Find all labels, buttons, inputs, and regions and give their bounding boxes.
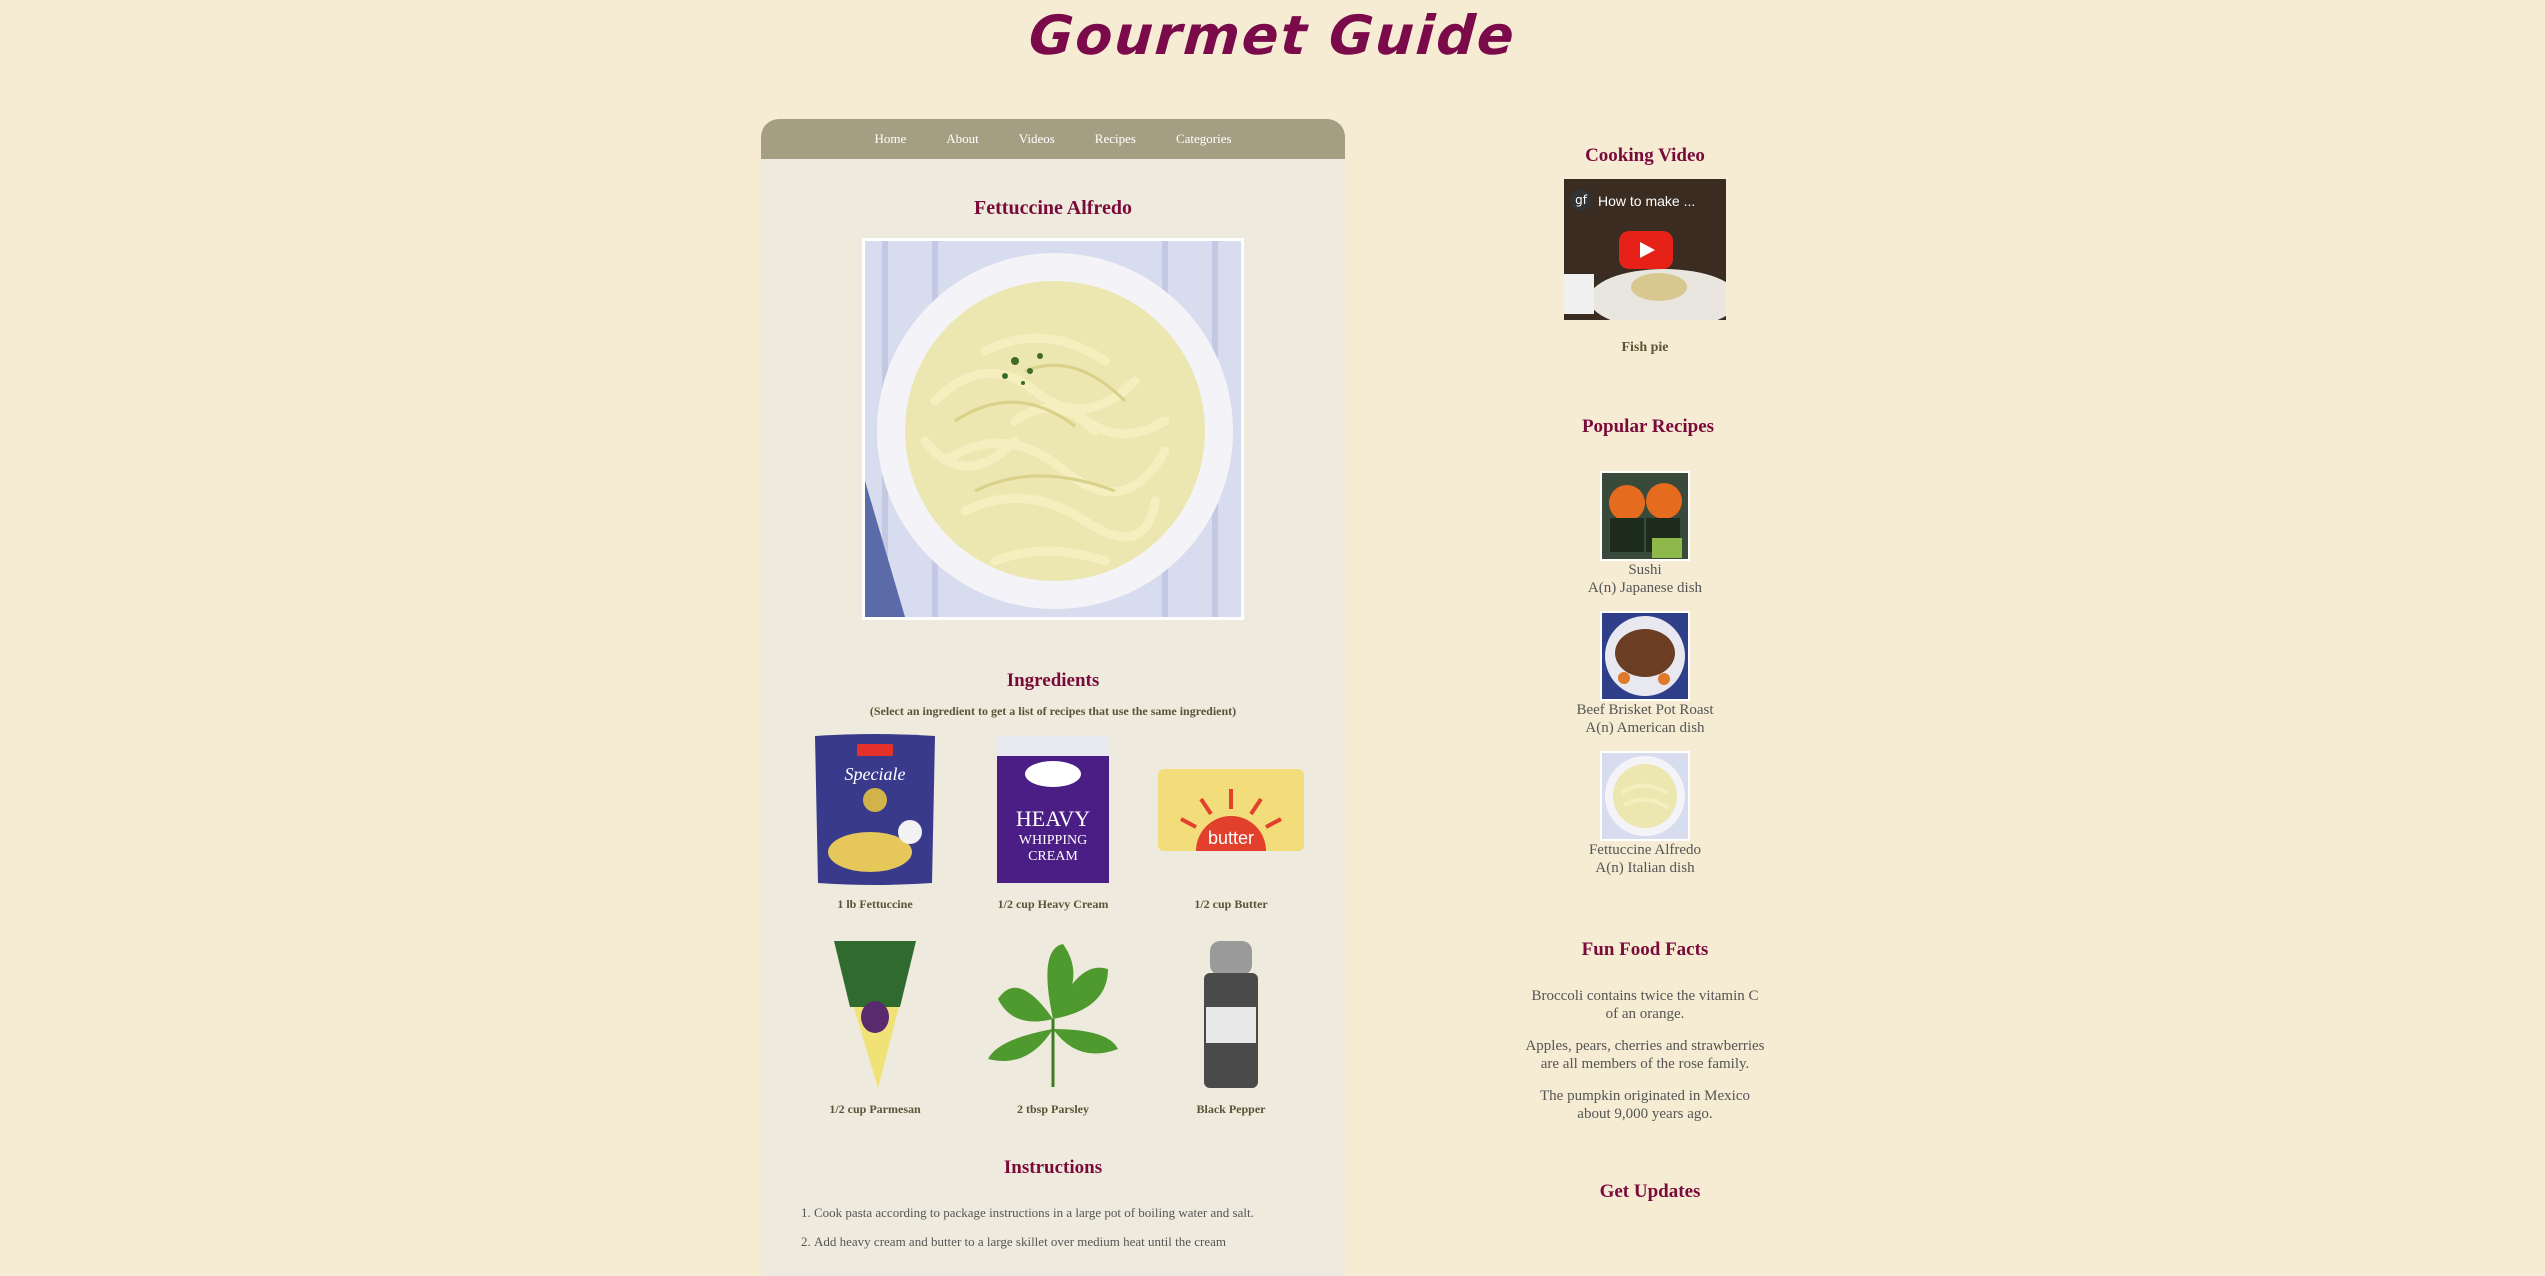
svg-text:butter: butter xyxy=(1208,828,1254,848)
ingredients-heading: Ingredients xyxy=(1006,670,1100,691)
popular-recipe-name: Sushi xyxy=(1628,562,1662,578)
channel-avatar: gf xyxy=(1570,189,1592,211)
nav-recipes[interactable]: Recipes xyxy=(1075,131,1156,147)
sidebar: Cooking Video gf How to make ... Fish pi… xyxy=(1490,0,1800,1203)
ingredient-label: 2 tbsp Parsley xyxy=(1017,1102,1089,1116)
butter-block-icon: butter xyxy=(1151,729,1311,889)
ingredient-label: 1/2 cup Butter xyxy=(1194,897,1268,911)
ingredient-parmesan[interactable]: 1/2 cup Parmesan xyxy=(786,934,964,1117)
instruction-step: Add heavy cream and butter to a large sk… xyxy=(801,1234,1305,1250)
play-icon[interactable] xyxy=(1619,231,1673,269)
food-fact: Broccoli contains twice the vitamin C of… xyxy=(1531,988,1759,1022)
popular-recipes-heading: Popular Recipes xyxy=(1581,416,1715,437)
nav-home[interactable]: Home xyxy=(854,131,926,147)
fettuccine-plate-icon xyxy=(865,241,1241,617)
recipe-hero-image xyxy=(862,238,1244,620)
video-overlay-title: How to make ... xyxy=(1598,193,1696,209)
food-fact: Apples, pears, cherries and strawberries… xyxy=(1525,1038,1765,1072)
food-fact: The pumpkin originated in Mexico about 9… xyxy=(1540,1088,1750,1122)
nav-categories[interactable]: Categories xyxy=(1156,131,1252,147)
parmesan-wedge-icon xyxy=(795,934,955,1094)
ingredients-hint: (Select an ingredient to get a list of r… xyxy=(869,704,1237,718)
popular-recipe-name: Fettuccine Alfredo xyxy=(1588,842,1702,858)
popular-recipe-sushi[interactable]: Sushi A(n) Japanese dish xyxy=(1490,471,1800,597)
ingredient-heavy-cream[interactable]: HEAVY WHIPPING CREAM 1/2 cup Heavy Cream xyxy=(964,729,1142,912)
parsley-leaf-icon xyxy=(973,934,1133,1094)
recipe-title: Fettuccine Alfredo xyxy=(974,197,1132,219)
ingredient-label: 1 lb Fettuccine xyxy=(837,897,913,911)
brisket-thumbnail-icon xyxy=(1600,611,1690,701)
fun-food-facts-heading: Fun Food Facts xyxy=(1581,939,1709,960)
fettuccine-thumbnail-icon xyxy=(1600,751,1690,841)
popular-recipe-desc: A(n) Italian dish xyxy=(1595,860,1695,876)
ingredient-label: 1/2 cup Parmesan xyxy=(829,1102,921,1116)
video-caption[interactable]: Fish pie xyxy=(1490,340,1800,356)
popular-recipe-fettuccine[interactable]: Fettuccine Alfredo A(n) Italian dish xyxy=(1490,751,1800,877)
popular-recipe-desc: A(n) American dish xyxy=(1585,720,1705,736)
instructions-heading: Instructions xyxy=(1003,1157,1103,1178)
cooking-video-heading: Cooking Video xyxy=(1585,145,1705,166)
cooking-video-player[interactable]: gf How to make ... xyxy=(1564,179,1726,320)
get-updates-heading: Get Updates xyxy=(1599,1181,1701,1202)
pepper-grinder-icon xyxy=(1151,934,1311,1094)
ingredient-butter[interactable]: butter 1/2 cup Butter xyxy=(1142,729,1320,912)
popular-recipe-desc: A(n) Japanese dish xyxy=(1587,580,1703,596)
ingredients-grid: Speciale 1 lb Fettuccine HEAVY WHIPPING … xyxy=(761,729,1345,1117)
ingredient-parsley[interactable]: 2 tbsp Parsley xyxy=(964,934,1142,1117)
fettuccine-package-icon: Speciale xyxy=(795,729,955,889)
main-nav: Home About Videos Recipes Categories xyxy=(761,119,1345,159)
instructions-list: Cook pasta according to package instruct… xyxy=(801,1205,1305,1250)
ingredient-fettuccine[interactable]: Speciale 1 lb Fettuccine xyxy=(786,729,964,912)
main-content: Home About Videos Recipes Categories Fet… xyxy=(761,119,1345,1276)
ingredient-label: Black Pepper xyxy=(1196,1102,1266,1116)
instruction-step: Cook pasta according to package instruct… xyxy=(801,1205,1305,1221)
svg-text:HEAVY: HEAVY xyxy=(1016,806,1090,831)
popular-recipe-name: Beef Brisket Pot Roast xyxy=(1576,702,1714,718)
svg-text:CREAM: CREAM xyxy=(1028,849,1078,864)
ingredient-black-pepper[interactable]: Black Pepper xyxy=(1142,934,1320,1117)
popular-recipe-beef-brisket[interactable]: Beef Brisket Pot Roast A(n) American dis… xyxy=(1490,611,1800,737)
heavy-cream-carton-icon: HEAVY WHIPPING CREAM xyxy=(973,729,1133,889)
svg-text:WHIPPING: WHIPPING xyxy=(1019,833,1087,848)
nav-videos[interactable]: Videos xyxy=(999,131,1075,147)
ingredient-label: 1/2 cup Heavy Cream xyxy=(997,897,1109,911)
nav-about[interactable]: About xyxy=(926,131,999,147)
site-title[interactable]: Gourmet Guide xyxy=(0,4,2545,67)
svg-text:Speciale: Speciale xyxy=(845,764,906,784)
sushi-thumbnail-icon xyxy=(1600,471,1690,561)
